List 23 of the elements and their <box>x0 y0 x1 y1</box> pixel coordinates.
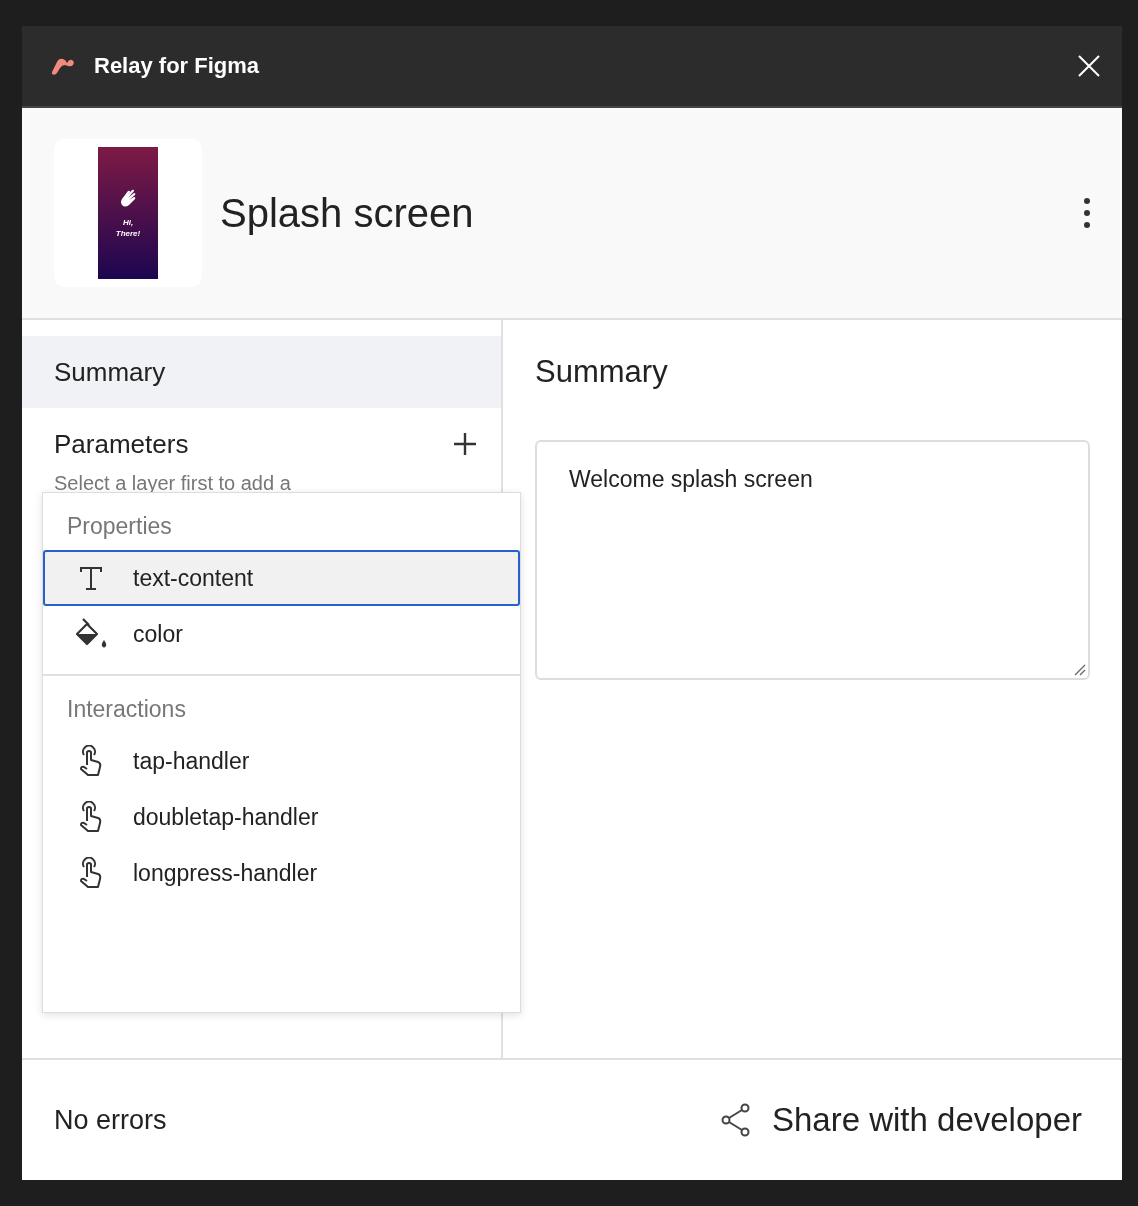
menu-item[interactable]: tap-handler <box>43 733 520 789</box>
paint-bucket-icon <box>73 618 109 650</box>
thumbnail-text: Hi, <box>122 217 134 228</box>
hint-text: Select a layer first to add a <box>53 472 292 495</box>
more-icon[interactable] <box>1084 198 1090 228</box>
share-button[interactable]: Share with developer <box>719 1101 1082 1139</box>
window-title: Relay for Figma <box>94 53 261 79</box>
add-icon[interactable] <box>453 432 477 456</box>
status-text: No errors <box>54 1104 167 1136</box>
section-title: Summary <box>535 354 669 390</box>
menu-item[interactable]: doubletap-handler <box>43 789 520 845</box>
menu-item[interactable]: longpress-handler <box>43 845 520 901</box>
nav-item[interactable]: Summary <box>22 336 501 408</box>
component-name: Splash screen <box>220 190 475 236</box>
menu-item[interactable]: text-content <box>43 550 520 606</box>
menu-section-title: Interactions <box>66 695 187 724</box>
menu-item[interactable]: color <box>43 606 520 662</box>
share-icon <box>719 1103 752 1137</box>
thumbnail-text: There! <box>115 228 141 239</box>
summary-field[interactable]: Welcome splash screen <box>535 440 1090 680</box>
resize-icon[interactable] <box>1072 662 1086 676</box>
close-icon[interactable] <box>1078 55 1100 77</box>
menu-section-title: Properties <box>66 512 173 541</box>
